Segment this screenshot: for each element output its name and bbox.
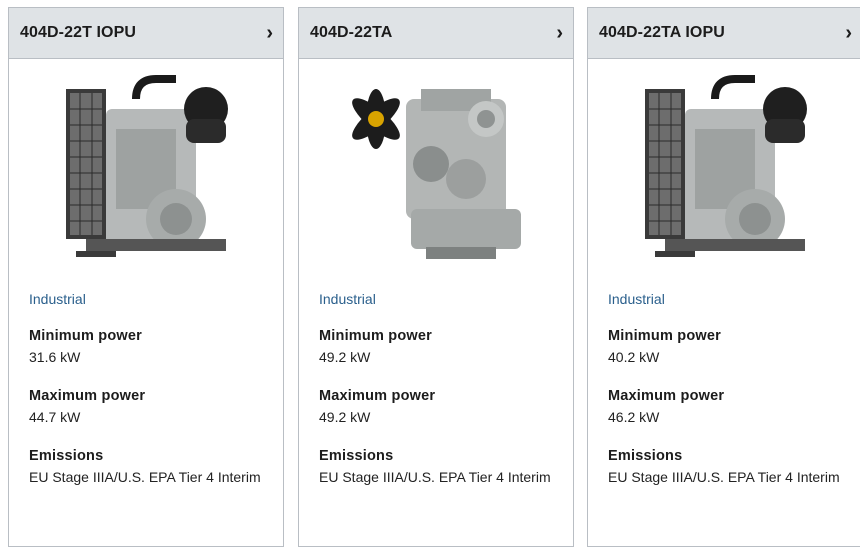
chevron-right-icon[interactable]: › [266,23,273,43]
min-power-label: Minimum power [29,328,142,344]
product-card-header[interactable]: 404D-22TA IOPU › [588,8,860,59]
min-power-value: 40.2 kW [608,349,660,365]
chevron-right-icon[interactable]: › [845,23,852,43]
product-card-header[interactable]: 404D-22T IOPU › [9,8,283,59]
max-power-label: Maximum power [29,388,146,404]
product-grid: 404D-22T IOPU › Industrial Minimum power… [0,0,860,547]
engine-with-radiator-image [66,75,228,257]
product-image[interactable] [9,59,283,279]
category-link[interactable]: Industrial [319,291,553,307]
emissions-value: EU Stage IIIA/U.S. EPA Tier 4 Interim [29,469,261,485]
max-power-spec: Maximum power 44.7 kW [29,388,263,427]
chevron-right-icon[interactable]: › [556,23,563,43]
category-link[interactable]: Industrial [608,291,842,307]
max-power-value: 46.2 kW [608,409,660,425]
min-power-value: 31.6 kW [29,349,81,365]
product-title: 404D-22TA IOPU [599,24,725,41]
min-power-spec: Minimum power 31.6 kW [29,328,263,367]
min-power-label: Minimum power [608,328,721,344]
min-power-spec: Minimum power 49.2 kW [319,328,553,367]
product-card: 404D-22TA › Industrial Minimum power 49.… [298,7,574,547]
max-power-value: 44.7 kW [29,409,81,425]
category-link[interactable]: Industrial [29,291,263,307]
max-power-label: Maximum power [608,388,725,404]
max-power-spec: Maximum power 46.2 kW [608,388,842,427]
emissions-spec: Emissions EU Stage IIIA/U.S. EPA Tier 4 … [29,448,263,487]
product-title: 404D-22T IOPU [20,24,137,41]
emissions-value: EU Stage IIIA/U.S. EPA Tier 4 Interim [319,469,551,485]
product-image[interactable] [299,59,573,279]
product-image[interactable] [588,59,860,279]
emissions-label: Emissions [319,448,394,464]
emissions-value: EU Stage IIIA/U.S. EPA Tier 4 Interim [608,469,840,485]
product-card: 404D-22T IOPU › Industrial Minimum power… [8,7,284,547]
max-power-value: 49.2 kW [319,409,371,425]
product-title: 404D-22TA [310,24,393,41]
product-card: 404D-22TA IOPU › Industrial Minimum powe… [587,7,860,547]
bare-engine-with-fan-image [352,89,521,259]
max-power-spec: Maximum power 49.2 kW [319,388,553,427]
emissions-label: Emissions [29,448,104,464]
emissions-label: Emissions [608,448,683,464]
emissions-spec: Emissions EU Stage IIIA/U.S. EPA Tier 4 … [319,448,553,487]
min-power-label: Minimum power [319,328,432,344]
min-power-spec: Minimum power 40.2 kW [608,328,842,367]
max-power-label: Maximum power [319,388,436,404]
emissions-spec: Emissions EU Stage IIIA/U.S. EPA Tier 4 … [608,448,842,487]
min-power-value: 49.2 kW [319,349,371,365]
engine-with-radiator-image [645,75,807,257]
product-card-header[interactable]: 404D-22TA › [299,8,573,59]
